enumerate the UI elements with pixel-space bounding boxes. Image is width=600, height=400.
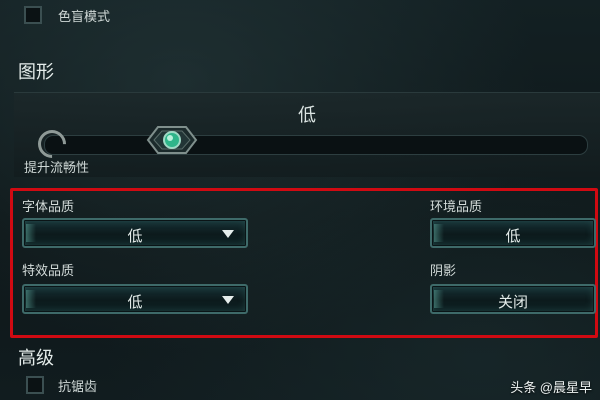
watermark-text: 头条 @晨星早 [510, 380, 592, 395]
antialiasing-checkbox[interactable] [26, 376, 44, 394]
shadows-label: 阴影 [430, 264, 457, 279]
chevron-down-icon [222, 296, 234, 304]
effects-quality-label: 特效品质 [22, 264, 75, 279]
font-quality-dropdown[interactable]: 低 [22, 218, 248, 248]
quality-slider-panel: 低 提升流畅性 [14, 92, 600, 177]
environment-quality-label: 环境品质 [430, 200, 483, 215]
effects-quality-value: 低 [127, 293, 143, 311]
chevron-down-icon [222, 230, 234, 238]
graphics-section-title: 图形 [18, 62, 54, 83]
antialiasing-label: 抗锯齿 [58, 380, 98, 395]
effects-quality-dropdown[interactable]: 低 [22, 284, 248, 314]
quality-slider-hint: 提升流畅性 [24, 161, 90, 176]
shadows-value: 关闭 [497, 293, 528, 311]
quality-slider-track[interactable] [44, 135, 588, 155]
advanced-section-title: 高级 [18, 348, 54, 369]
shadows-dropdown[interactable]: 关闭 [430, 284, 596, 314]
font-quality-label: 字体品质 [22, 200, 75, 215]
quality-slider-value: 低 [298, 105, 316, 126]
highlight-box [10, 188, 598, 338]
quality-slider-thumb[interactable] [144, 121, 200, 159]
environment-quality-value: 低 [505, 227, 521, 245]
font-quality-value: 低 [127, 227, 143, 245]
colorblind-label: 色盲模式 [58, 10, 111, 25]
colorblind-checkbox[interactable] [24, 6, 42, 24]
environment-quality-dropdown[interactable]: 低 [430, 218, 596, 248]
